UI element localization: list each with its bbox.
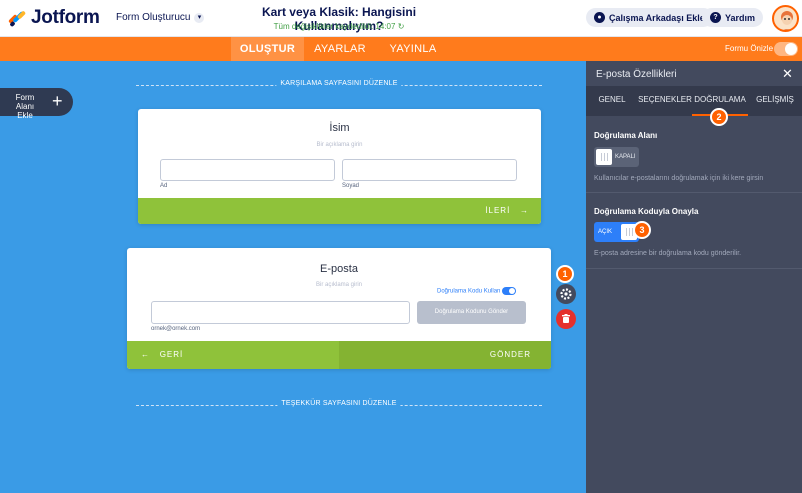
panel-title: E-posta Özellikleri — [596, 69, 677, 80]
name-field-description[interactable]: Bir açıklama girin — [138, 142, 541, 148]
back-button[interactable]: ← GERİ — [127, 341, 339, 369]
field-properties-button[interactable] — [556, 284, 576, 304]
email-card-footer: ← GERİ GÖNDER — [127, 341, 551, 369]
use-verification-code-toggle[interactable] — [502, 287, 517, 295]
arrow-right-icon: → — [513, 206, 529, 215]
first-name-input[interactable] — [160, 159, 335, 181]
use-verification-code-option[interactable]: Doğrulama Kodu Kullan — [437, 287, 517, 295]
welcome-page-divider[interactable]: KARŞILAMA SAYFASINI DÜZENLE — [136, 80, 542, 90]
help-icon: ? — [710, 12, 721, 23]
next-button[interactable]: İLERİ → — [339, 198, 541, 224]
confirm-field-switch-label: KAPALI — [615, 154, 636, 160]
close-icon[interactable]: ✕ — [782, 66, 793, 82]
next-button-label: İLERİ — [485, 206, 511, 215]
panel-divider — [586, 192, 802, 193]
email-input[interactable] — [151, 301, 410, 324]
panel-divider — [586, 268, 802, 269]
use-verification-code-label: Doğrulama Kodu Kullan — [437, 288, 501, 295]
verify-code-description: E-posta adresine bir doğrulama kodu gönd… — [594, 250, 742, 257]
tab-publish[interactable]: YAYINLA — [380, 37, 446, 61]
verify-code-switch-label: AÇIK — [598, 229, 613, 235]
submit-button[interactable]: GÖNDER — [339, 341, 551, 369]
name-card-footer: İLERİ → — [138, 198, 541, 224]
preview-form-toggle[interactable] — [774, 42, 798, 56]
email-properties-panel: E-posta Özellikleri ✕ GENEL SEÇENEKLER D… — [586, 61, 802, 493]
user-icon: ● — [594, 12, 605, 23]
save-status-text: Tüm değişiklikler kaydedildi: 14:07 — [273, 22, 396, 31]
avatar-image — [781, 11, 793, 30]
first-name-sublabel: Ad — [160, 183, 168, 189]
top-header: Jotform Form Oluşturucu ▾ Kart veya Klas… — [0, 0, 802, 37]
refresh-icon: ↻ — [397, 22, 405, 31]
step-badge-2: 2 — [710, 108, 728, 126]
back-button-label: GERİ — [159, 350, 184, 359]
preview-form-label: Formu Önizle — [725, 44, 774, 53]
email-field-title[interactable]: E-posta — [127, 263, 551, 275]
welcome-page-label: KARŞILAMA SAYFASINI DÜZENLE — [276, 80, 402, 87]
tab-build[interactable]: OLUŞTUR — [231, 37, 304, 61]
chevron-down-icon: ▾ — [194, 12, 205, 23]
add-collaborator-button[interactable]: ● Çalışma Arkadaşı Ekle — [586, 8, 713, 27]
trash-icon — [562, 314, 570, 323]
confirm-field-switch[interactable]: KAPALI — [594, 147, 639, 167]
name-field-card[interactable]: İsim Bir açıklama girin Ad Soyad İLERİ → — [138, 109, 541, 224]
tab-options[interactable]: SEÇENEKLER — [638, 86, 692, 116]
add-form-element-label: Form Alanı Ekle — [15, 93, 35, 120]
panel-tabs: GENEL SEÇENEKLER DOĞRULAMA GELİŞMİŞ — [586, 86, 802, 116]
tab-general[interactable]: GENEL — [590, 86, 634, 116]
verify-code-title: Doğrulama Koduyla Onayla — [594, 207, 699, 216]
gear-icon — [560, 288, 572, 300]
step-badge-3: 3 — [633, 221, 651, 239]
name-field-title[interactable]: İsim — [138, 122, 541, 134]
email-sublabel: ornek@ornek.com — [151, 326, 201, 332]
thankyou-page-divider[interactable]: TEŞEKKÜR SAYFASINI DÜZENLE — [136, 400, 542, 410]
submit-button-label: GÖNDER — [489, 350, 531, 359]
help-button[interactable]: ? Yardım — [702, 8, 764, 27]
step-badge-1: 1 — [556, 265, 574, 283]
tab-settings[interactable]: AYARLAR — [307, 37, 373, 61]
email-field-card[interactable]: E-posta Bir açıklama girin Doğrulama Kod… — [127, 248, 551, 369]
form-builder-menu[interactable]: Form Oluşturucu ▾ — [116, 12, 205, 23]
delete-field-button[interactable] — [556, 309, 576, 329]
tab-advanced[interactable]: GELİŞMİŞ — [750, 86, 800, 116]
add-collaborator-label: Çalışma Arkadaşı Ekle — [609, 12, 705, 23]
save-status: Tüm değişiklikler kaydedildi: 14:07 ↻ — [218, 22, 460, 31]
builder-nav: OLUŞTUR AYARLAR YAYINLA Formu Önizle — [0, 37, 802, 61]
confirm-field-description: Kullanıcılar e-postalarını doğrulamak iç… — [594, 175, 764, 182]
thankyou-page-label: TEŞEKKÜR SAYFASINI DÜZENLE — [277, 400, 401, 407]
builder-menu-label: Form Oluşturucu — [116, 12, 191, 23]
jotform-logo-icon — [8, 9, 27, 28]
logo-text: Jotform — [31, 7, 100, 28]
last-name-input[interactable] — [342, 159, 517, 181]
last-name-sublabel: Soyad — [342, 183, 360, 189]
panel-header: E-posta Özellikleri ✕ — [586, 61, 802, 86]
confirm-field-title: Doğrulama Alanı — [594, 131, 658, 140]
send-verification-code-button[interactable]: Doğrulama Kodunu Gönder — [417, 301, 526, 324]
avatar[interactable] — [772, 5, 799, 32]
help-label: Yardım — [725, 12, 756, 23]
jotform-logo[interactable]: Jotform — [8, 7, 100, 29]
arrow-left-icon: ← — [141, 350, 157, 359]
add-form-element-button[interactable]: Form Alanı Ekle + — [0, 88, 73, 120]
plus-icon: + — [52, 91, 63, 111]
